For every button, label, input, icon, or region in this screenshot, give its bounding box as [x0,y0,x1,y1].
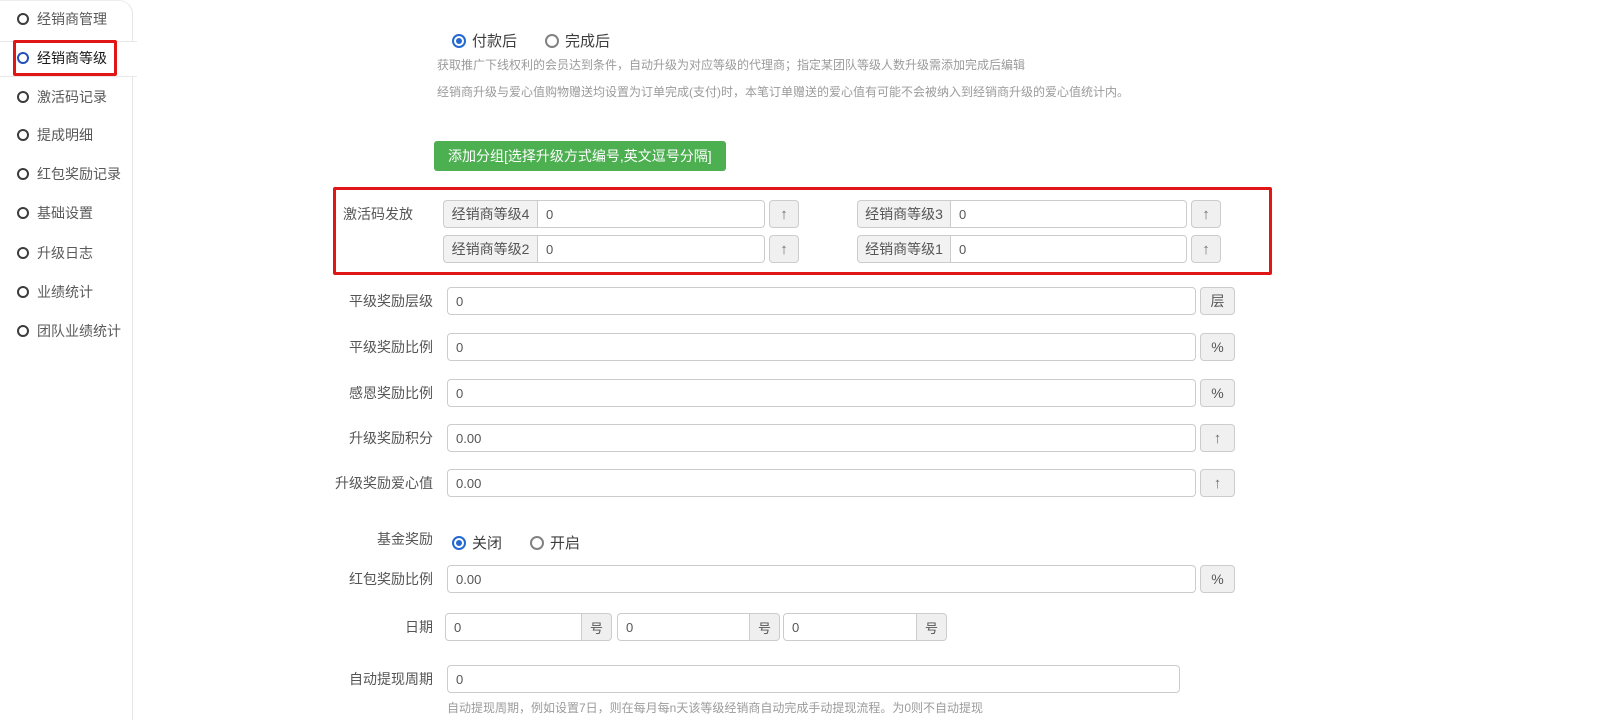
radio-selected-icon[interactable] [452,34,466,48]
sidebar-item-label: 团队业绩统计 [37,321,121,341]
peer-reward-ratio-input[interactable] [447,333,1196,361]
gratitude-reward-ratio-input[interactable] [447,379,1196,407]
sidebar-item-label: 经销商等级 [37,48,107,68]
circle-icon [17,286,29,298]
radio-fund-on[interactable]: 开启 [530,532,580,553]
date-group-3: 号 [783,613,947,641]
sidebar-item-dealer-management[interactable]: 经销商管理 [0,8,133,30]
upgrade-timing-radio-group: 付款后 完成后 [452,30,638,51]
day-addon: 号 [917,613,947,641]
sidebar-item-label: 经销商管理 [37,9,107,29]
day-addon: 号 [582,613,612,641]
date-group-2: 号 [617,613,780,641]
peer-reward-level-input[interactable] [447,287,1196,315]
circle-icon [17,129,29,141]
radio-label: 付款后 [472,30,517,51]
upgrade-reward-points-label: 升级奖励积分 [283,424,433,452]
activation-group-level4: 经销商等级4 [443,200,765,228]
activation-level3-input[interactable] [950,200,1187,228]
percent-addon: % [1200,565,1235,593]
activation-group-level1: 经销商等级1 [857,235,1187,263]
sidebar-item-label: 升级日志 [37,243,93,263]
peer-reward-ratio-label: 平级奖励比例 [283,333,433,361]
sidebar-item-commission-details[interactable]: 提成明细 [0,124,133,146]
sidebar-item-upgrade-log[interactable]: 升级日志 [0,242,133,264]
auto-withdraw-cycle-input[interactable] [447,665,1180,693]
circle-icon [17,207,29,219]
step-up-icon[interactable]: ↑ [1191,235,1221,263]
step-up-icon[interactable]: ↑ [1191,200,1221,228]
circle-icon [17,91,29,103]
unit-addon: 层 [1200,287,1235,315]
input-prefix-label: 经销商等级1 [857,235,950,263]
peer-reward-level-label: 平级奖励层级 [283,287,433,315]
add-group-button[interactable]: 添加分组[选择升级方式编号,英文逗号分隔] [434,141,726,171]
sidebar-item-label: 激活码记录 [37,87,107,107]
auto-withdraw-cycle-label: 自动提现周期 [283,665,433,693]
radio-pay-after[interactable]: 付款后 [452,30,517,51]
input-prefix-label: 经销商等级4 [443,200,537,228]
activation-group-level2: 经销商等级2 [443,235,765,263]
sidebar-item-label: 提成明细 [37,125,93,145]
sidebar: 经销商管理 经销商等级 激活码记录 提成明细 红包奖励记录 基础设置 升级日志 … [0,0,133,720]
fund-reward-label: 基金奖励 [283,525,433,553]
radio-selected-icon[interactable] [452,536,466,550]
sidebar-item-redpacket-reward-records[interactable]: 红包奖励记录 [0,163,133,185]
activation-code-label: 激活码发放 [263,200,413,228]
auto-withdraw-help-text: 自动提现周期，例如设置7日，则在每月每n天该等级经销商自动完成手动提现流程。为0… [447,699,983,716]
sidebar-item-label: 业绩统计 [37,282,93,302]
day-addon: 号 [750,613,780,641]
upgrade-help-text-1: 获取推广下线权利的会员达到条件，自动升级为对应等级的代理商；指定某团队等级人数升… [437,56,1025,73]
date-label: 日期 [283,613,433,641]
date-input-2[interactable] [617,613,750,641]
circle-icon [17,52,29,64]
upgrade-reward-love-label: 升级奖励爱心值 [283,469,433,497]
radio-unselected-icon[interactable] [530,536,544,550]
upgrade-reward-love-input[interactable] [447,469,1196,497]
circle-icon [17,247,29,259]
step-up-icon[interactable]: ↑ [769,235,799,263]
upgrade-reward-points-input[interactable] [447,424,1196,452]
gratitude-reward-ratio-label: 感恩奖励比例 [283,379,433,407]
sidebar-item-label: 红包奖励记录 [37,164,121,184]
radio-fund-off[interactable]: 关闭 [452,532,502,553]
upgrade-help-text-2: 经销商升级与爱心值购物赠送均设置为订单完成(支付)时，本笔订单赠送的爱心值有可能… [437,83,1129,100]
step-up-icon[interactable]: ↑ [769,200,799,228]
step-up-icon[interactable]: ↑ [1200,424,1235,452]
circle-icon [17,13,29,25]
percent-addon: % [1200,379,1235,407]
radio-label: 完成后 [565,30,610,51]
sidebar-item-performance-stats[interactable]: 业绩统计 [0,281,133,303]
activation-group-level3: 经销商等级3 [857,200,1187,228]
circle-icon [17,325,29,337]
sidebar-item-activation-code-records[interactable]: 激活码记录 [0,86,133,108]
sidebar-item-label: 基础设置 [37,203,93,223]
redpacket-reward-ratio-label: 红包奖励比例 [283,565,433,593]
sidebar-item-basic-settings[interactable]: 基础设置 [0,202,133,224]
sidebar-item-team-performance-stats[interactable]: 团队业绩统计 [0,320,133,342]
date-group-1: 号 [445,613,612,641]
step-up-icon[interactable]: ↑ [1200,469,1235,497]
date-input-1[interactable] [445,613,582,641]
date-input-3[interactable] [783,613,917,641]
radio-label: 开启 [550,532,580,553]
sidebar-item-dealer-level[interactable]: 经销商等级 [0,47,133,69]
circle-icon [17,168,29,180]
radio-unselected-icon[interactable] [545,34,559,48]
activation-level2-input[interactable] [537,235,765,263]
activation-level4-input[interactable] [537,200,765,228]
activation-level1-input[interactable] [950,235,1187,263]
percent-addon: % [1200,333,1235,361]
radio-complete-after[interactable]: 完成后 [545,30,610,51]
input-prefix-label: 经销商等级3 [857,200,950,228]
fund-reward-radio-group: 关闭 开启 [452,532,608,553]
radio-label: 关闭 [472,532,502,553]
input-prefix-label: 经销商等级2 [443,235,537,263]
redpacket-reward-ratio-input[interactable] [447,565,1196,593]
